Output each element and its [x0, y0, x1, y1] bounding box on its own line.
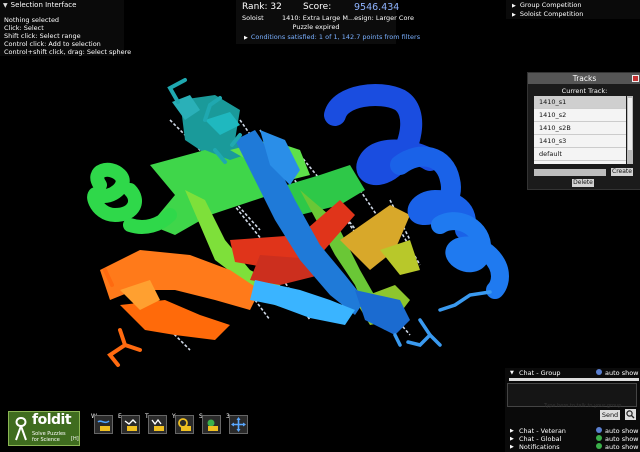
- expand-triangle-icon: ▶: [510, 444, 514, 450]
- soloist-competition-label: Soloist Competition: [519, 10, 584, 18]
- track-list[interactable]: 1410_s1 1410_s2 1410_s2B 1410_s3 default: [534, 96, 626, 164]
- new-track-input[interactable]: [534, 169, 606, 176]
- move-glyph: [231, 417, 246, 432]
- status-dot-icon: [596, 435, 602, 441]
- shake-icon[interactable]: [148, 415, 167, 434]
- chat-veteran-label: Chat - Veteran: [519, 427, 566, 435]
- create-button[interactable]: Create: [611, 168, 633, 176]
- conditions-toggle[interactable]: ▶ Conditions satisfied: 1 of 1, 142.7 poi…: [244, 33, 420, 41]
- tracks-header[interactable]: Tracks: [528, 73, 640, 84]
- track-item[interactable]: 1410_s2: [534, 109, 626, 122]
- notifications-label: Notifications: [519, 443, 560, 451]
- undo-icon[interactable]: [175, 415, 194, 434]
- selection-hint: Click: Select: [4, 24, 44, 32]
- search-icon[interactable]: [625, 409, 636, 420]
- expand-triangle-icon: ▶: [510, 436, 514, 442]
- group-competition-toggle[interactable]: ▶ Group Competition: [512, 1, 582, 9]
- rank-label: Rank: 32: [242, 2, 282, 12]
- score-label: Score:: [303, 2, 332, 12]
- chat-message-input[interactable]: Type here to talk to your group: [507, 383, 637, 409]
- competition-panel: ▶ Group Competition ▶ Soloist Competition: [506, 0, 640, 19]
- selection-hint: Shift click: Select range: [4, 32, 81, 40]
- track-item[interactable]: 1410_s2B: [534, 122, 626, 135]
- chat-global-label: Chat - Global: [519, 435, 562, 443]
- chat-divider: [509, 378, 639, 381]
- wiggle-sidechains-glyph: [124, 419, 137, 431]
- close-icon[interactable]: [632, 75, 639, 82]
- mode-label: Soloist: [242, 14, 264, 22]
- track-item[interactable]: default: [534, 148, 626, 161]
- undo-glyph: [178, 418, 191, 431]
- helix-green: [87, 162, 177, 234]
- expand-triangle-icon: ▶: [512, 12, 516, 18]
- info-icon: [596, 427, 602, 433]
- track-scrollbar[interactable]: [627, 96, 633, 164]
- expand-triangle-icon: ▶: [512, 3, 516, 9]
- score-panel: Rank: 32 Score: 9546.434 Soloist 1410: E…: [236, 0, 420, 44]
- auto-show-label[interactable]: auto show: [605, 443, 639, 451]
- track-item[interactable]: 1410_s3: [534, 135, 626, 148]
- foldit-logo[interactable]: foldit Solve Puzzles for Science [H]: [8, 411, 80, 446]
- selection-status: Nothing selected: [4, 16, 60, 24]
- score-value: 9546.434: [354, 2, 400, 13]
- collapse-triangle-icon[interactable]: ▼: [3, 2, 8, 9]
- expand-triangle-icon: ▶: [244, 35, 248, 41]
- selection-hint: Control click: Add to selection: [4, 40, 101, 48]
- tracks-panel: Tracks Current Track: 1410_s1 1410_s2 14…: [527, 72, 640, 190]
- delete-button[interactable]: Delete: [572, 179, 594, 187]
- wiggle-icon[interactable]: [94, 415, 113, 434]
- wiggle-sidechains-icon[interactable]: [121, 415, 140, 434]
- status-dot-icon: [596, 443, 602, 449]
- logo-name: foldit: [32, 412, 72, 428]
- puzzle-name: 1410: Extra Large M...esign: Larger Core: [282, 14, 414, 22]
- current-track-label: Current Track:: [561, 87, 608, 95]
- chat-group-label: Chat - Group: [519, 369, 561, 377]
- selection-interface-panel: ▼ Selection Interface Nothing selected C…: [0, 0, 131, 56]
- selection-interface-header[interactable]: ▼ Selection Interface: [3, 1, 76, 9]
- info-icon: [596, 369, 602, 375]
- wiggle-glyph: [97, 420, 110, 431]
- logo-tagline: for Science: [32, 437, 60, 443]
- auto-show-label[interactable]: auto show: [605, 435, 639, 443]
- puzzle-status: Puzzle expired: [292, 23, 340, 31]
- rebuild-glyph: [207, 419, 218, 431]
- ribbon-icon: [15, 416, 27, 441]
- tracks-title: Tracks: [572, 74, 597, 83]
- scroll-thumb[interactable]: [628, 98, 632, 150]
- track-item[interactable]: 1410_s1: [534, 96, 626, 109]
- send-button[interactable]: Send: [600, 410, 620, 420]
- expand-triangle-icon: ▶: [510, 428, 514, 434]
- move-icon[interactable]: [229, 415, 248, 434]
- auto-show-label[interactable]: auto show: [605, 427, 639, 435]
- conditions-label: Conditions satisfied: 1 of 1, 142.7 poin…: [250, 33, 421, 41]
- auto-show-label[interactable]: auto show: [605, 369, 639, 377]
- logo-hotkey: [H]: [71, 436, 79, 442]
- selection-interface-title: Selection Interface: [10, 1, 77, 9]
- chat-input-hint: Type here to talk to your group: [544, 403, 622, 409]
- search-glyph: [626, 410, 635, 419]
- soloist-competition-toggle[interactable]: ▶ Soloist Competition: [512, 10, 583, 18]
- group-competition-label: Group Competition: [519, 1, 582, 9]
- collapse-triangle-icon: ▼: [510, 370, 514, 376]
- shake-glyph: [151, 418, 164, 431]
- rebuild-icon[interactable]: [202, 415, 221, 434]
- selection-hint: Control+shift click, drag: Select sphere: [4, 48, 132, 56]
